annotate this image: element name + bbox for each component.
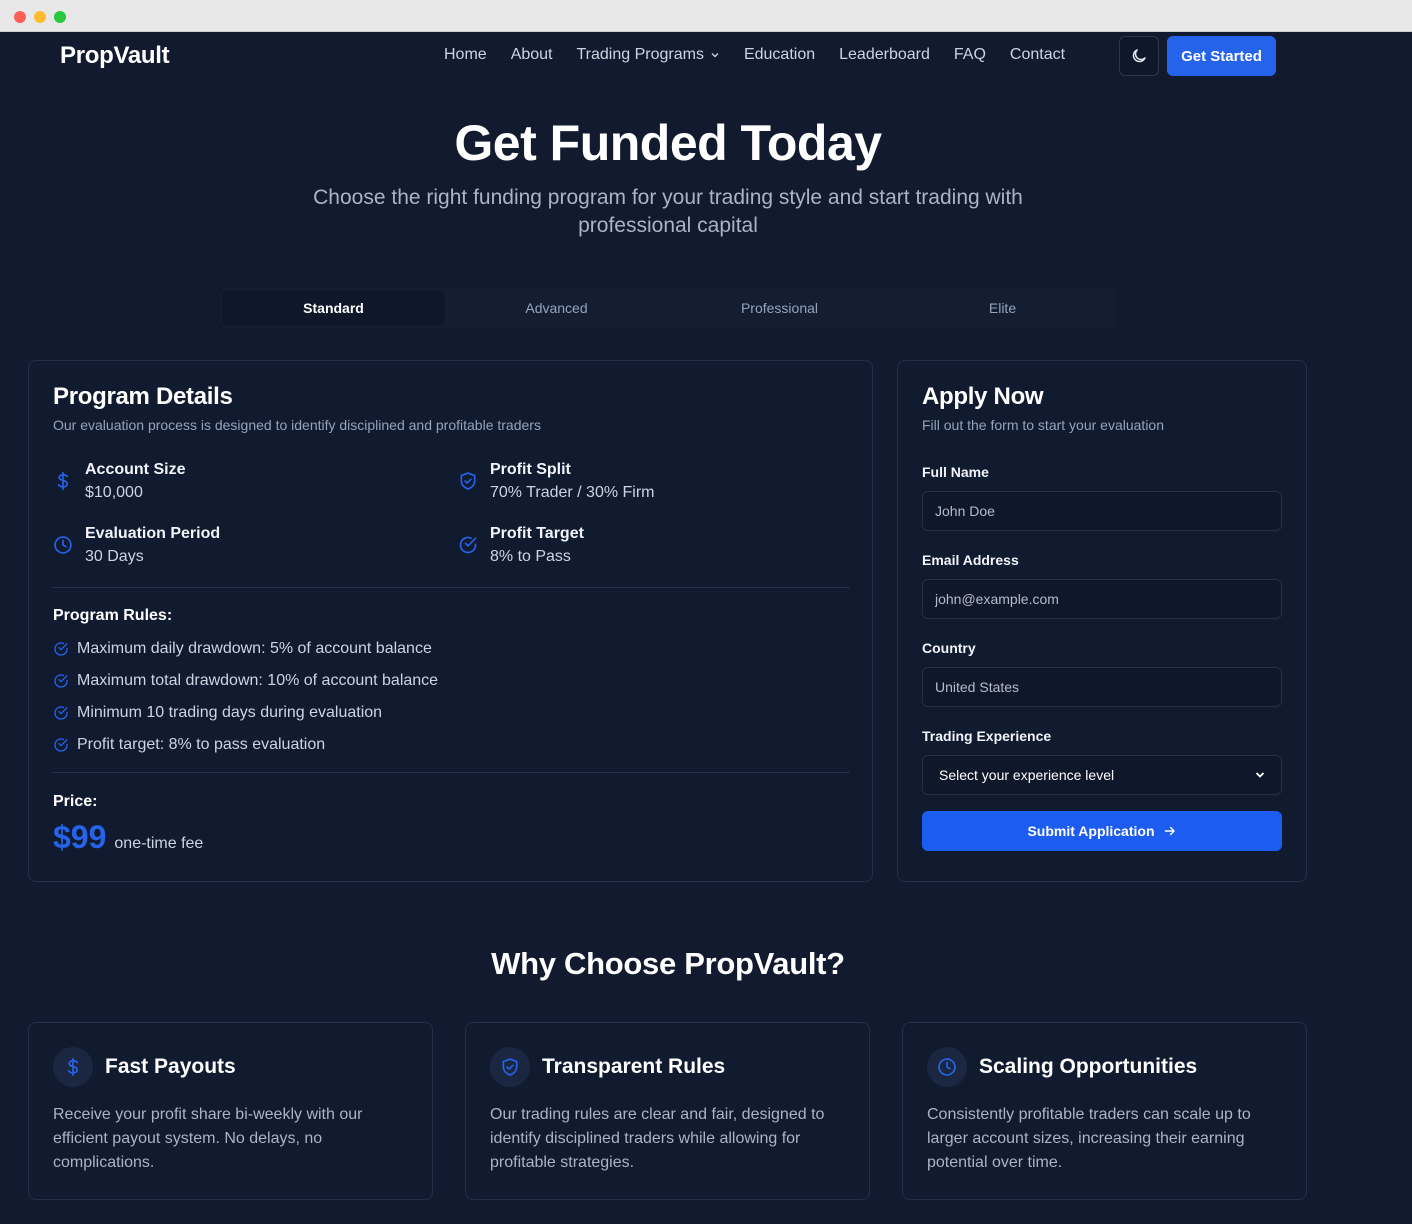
hero-subtitle: Choose the right funding program for you… (313, 186, 1023, 237)
stat-value: 8% to Pass (490, 548, 571, 565)
dollar-icon (57, 471, 69, 491)
apply-now-description: Fill out the form to start your evaluati… (922, 417, 1164, 433)
stat-label: Profit Split (490, 461, 571, 478)
full-name-field[interactable] (922, 491, 1282, 531)
stat-label: Account Size (85, 461, 186, 478)
feature-text: Consistently profitable traders can scal… (927, 1106, 1251, 1171)
theme-toggle-button[interactable] (1119, 36, 1159, 76)
check-circle-icon (459, 536, 477, 554)
program-rules-title: Program Rules: (53, 607, 173, 624)
chevron-down-icon (711, 53, 719, 58)
shield-icon (460, 472, 476, 490)
chevron-down-icon (1255, 772, 1265, 778)
rule-text: Maximum total drawdown: 10% of account b… (77, 672, 439, 689)
apply-now-card: Apply Now Fill out the form to start you… (897, 360, 1307, 882)
feature-title: Fast Payouts (105, 1055, 236, 1078)
feature-card-fast-payouts: Fast Payouts Receive your profit share b… (28, 1022, 433, 1200)
program-tabs: Standard Advanced Professional Elite (220, 288, 1116, 328)
submit-application-button[interactable]: Submit Application (922, 811, 1282, 851)
rule-text: Maximum daily drawdown: 5% of account ba… (77, 640, 432, 657)
nav-home[interactable]: Home (444, 46, 487, 64)
program-details-card: Program Details Our evaluation process i… (28, 360, 873, 882)
window-titlebar (0, 0, 1412, 32)
tab-advanced[interactable]: Advanced (445, 290, 668, 326)
stat-label: Profit Target (490, 525, 584, 542)
feature-icon-wrap (490, 1047, 530, 1087)
divider (53, 772, 850, 773)
why-choose-title: Why Choose PropVault? (491, 946, 845, 981)
email-field[interactable] (922, 579, 1282, 619)
shield-icon (502, 1058, 518, 1076)
program-rules-list: Maximum daily drawdown: 5% of account ba… (53, 633, 438, 761)
rule-item: Minimum 10 trading days during evaluatio… (53, 697, 438, 729)
check-circle-icon (54, 706, 68, 720)
nav-faq[interactable]: FAQ (954, 46, 986, 64)
tab-standard[interactable]: Standard (222, 290, 445, 326)
country-field[interactable] (922, 667, 1282, 707)
price: $99 one-time fee (53, 819, 203, 856)
stat-value: 30 Days (85, 548, 144, 565)
rule-item: Profit target: 8% to pass evaluation (53, 729, 438, 761)
feature-title: Transparent Rules (542, 1055, 726, 1078)
stat-account-size: Account Size $10,000 (53, 459, 185, 505)
submit-application-label: Submit Application (1027, 823, 1155, 839)
apply-now-title: Apply Now (922, 383, 1044, 410)
nav-trading-programs-label: Trading Programs (576, 46, 704, 63)
minimize-window-button[interactable] (34, 11, 46, 23)
tab-elite[interactable]: Elite (891, 290, 1114, 326)
clock-icon (938, 1058, 956, 1076)
nav-leaderboard[interactable]: Leaderboard (839, 46, 930, 64)
stat-label: Evaluation Period (85, 525, 221, 542)
hero-title: Get Funded Today (454, 115, 882, 171)
experience-label: Trading Experience (922, 728, 1052, 744)
clock-icon (54, 536, 72, 554)
feature-text: Receive your profit share bi-weekly with… (53, 1106, 363, 1171)
check-circle-icon (54, 674, 68, 688)
program-details-title: Program Details (53, 383, 233, 410)
price-label: Price: (53, 793, 98, 810)
experience-select[interactable]: Select your experience level (922, 755, 1282, 795)
nav-about[interactable]: About (511, 46, 553, 64)
tab-professional[interactable]: Professional (668, 290, 891, 326)
full-name-label: Full Name (922, 464, 989, 480)
moon-icon (1132, 49, 1146, 63)
rule-item: Maximum total drawdown: 10% of account b… (53, 665, 438, 697)
site-logo[interactable]: PropVault (60, 42, 170, 70)
stat-value: 70% Trader / 30% Firm (490, 484, 655, 501)
experience-select-value: Select your experience level (939, 767, 1115, 783)
email-label: Email Address (922, 552, 1019, 568)
rule-item: Maximum daily drawdown: 5% of account ba… (53, 633, 438, 665)
get-started-button[interactable]: Get Started (1167, 36, 1276, 76)
maximize-window-button[interactable] (54, 11, 66, 23)
stat-profit-split: Profit Split 70% Trader / 30% Firm (458, 459, 655, 505)
dollar-icon (67, 1057, 79, 1077)
rule-text: Profit target: 8% to pass evaluation (77, 736, 326, 753)
feature-card-scaling: Scaling Opportunities Consistently profi… (902, 1022, 1307, 1200)
feature-icon-wrap (53, 1047, 93, 1087)
stat-value: $10,000 (85, 484, 143, 501)
nav-contact[interactable]: Contact (1010, 46, 1065, 64)
price-amount: $99 (53, 819, 107, 855)
nav-trading-programs[interactable]: Trading Programs (577, 46, 720, 64)
arrow-right-icon (1164, 826, 1175, 836)
stat-profit-target: Profit Target 8% to Pass (458, 523, 584, 569)
feature-text: Our trading rules are clear and fair, de… (490, 1106, 825, 1171)
nav-education[interactable]: Education (744, 46, 815, 64)
check-circle-icon (54, 738, 68, 752)
feature-card-transparent-rules: Transparent Rules Our trading rules are … (465, 1022, 870, 1200)
page: PropVault Home About Trading Programs Ed… (0, 32, 1412, 1224)
stat-evaluation-period: Evaluation Period 30 Days (53, 523, 220, 569)
program-details-description: Our evaluation process is designed to id… (53, 417, 541, 433)
country-label: Country (922, 640, 976, 656)
main-nav: Home About Trading Programs Education Le… (444, 46, 1089, 64)
divider (53, 587, 850, 588)
feature-icon-wrap (927, 1047, 967, 1087)
check-circle-icon (54, 642, 68, 656)
close-window-button[interactable] (14, 11, 26, 23)
feature-title: Scaling Opportunities (979, 1055, 1198, 1078)
rule-text: Minimum 10 trading days during evaluatio… (77, 704, 383, 721)
price-note: one-time fee (114, 835, 204, 852)
